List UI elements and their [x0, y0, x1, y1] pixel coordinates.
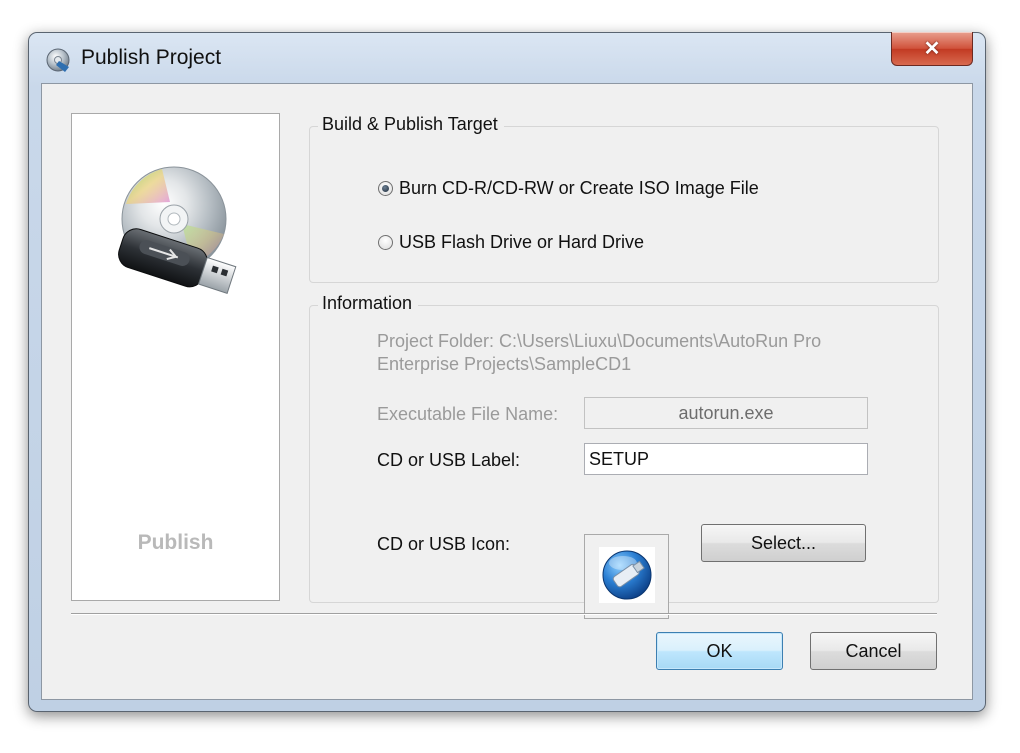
- dialog-client-area: Publish Build & Publish Target Burn CD-R…: [41, 83, 973, 700]
- project-folder-line-2: Enterprise Projects\SampleCD1: [377, 354, 632, 374]
- footer-separator: [71, 613, 937, 615]
- project-folder-text: Project Folder: C:\Users\Liuxu\Documents…: [377, 330, 821, 376]
- radio-usb-option[interactable]: USB Flash Drive or Hard Drive: [378, 232, 644, 253]
- project-folder-line-1: Project Folder: C:\Users\Liuxu\Documents…: [377, 331, 822, 351]
- radio-usb-label: USB Flash Drive or Hard Drive: [399, 232, 645, 252]
- cd-usb-label-label: CD or USB Label:: [377, 450, 521, 470]
- executable-file-name-label: Executable File Name:: [377, 404, 559, 424]
- build-publish-target-group: Build & Publish Target Burn CD-R/CD-RW o…: [309, 114, 939, 283]
- title-bar[interactable]: Publish Project ✕: [29, 32, 985, 85]
- information-title: Information: [318, 293, 419, 314]
- left-image-panel: Publish: [71, 113, 280, 601]
- close-icon: ✕: [923, 38, 941, 60]
- close-button[interactable]: ✕: [891, 32, 973, 66]
- radio-burn-cd-option[interactable]: Burn CD-R/CD-RW or Create ISO Image File: [378, 178, 759, 199]
- select-icon-button[interactable]: Select...: [701, 524, 866, 562]
- executable-file-name-input: [584, 397, 868, 429]
- radio-burn-cd[interactable]: [378, 181, 393, 196]
- cancel-button[interactable]: Cancel: [810, 632, 937, 670]
- cd-usb-icon-preview: [584, 534, 669, 619]
- publish-project-window: Publish Project ✕ Publish Build & Publis…: [28, 32, 986, 712]
- usb-globe-icon: [599, 547, 655, 603]
- cd-usb-label-input[interactable]: [584, 443, 868, 475]
- radio-usb[interactable]: [378, 235, 393, 250]
- radio-burn-cd-label: Burn CD-R/CD-RW or Create ISO Image File: [399, 178, 759, 198]
- app-disc-icon: [46, 48, 70, 72]
- cd-usb-icon: [118, 166, 237, 295]
- window-title: Publish Project: [81, 46, 222, 69]
- ok-button[interactable]: OK: [656, 632, 783, 670]
- build-publish-target-title: Build & Publish Target: [318, 114, 504, 135]
- cd-usb-icon-label: CD or USB Icon:: [377, 534, 511, 554]
- publish-label: Publish: [137, 531, 214, 554]
